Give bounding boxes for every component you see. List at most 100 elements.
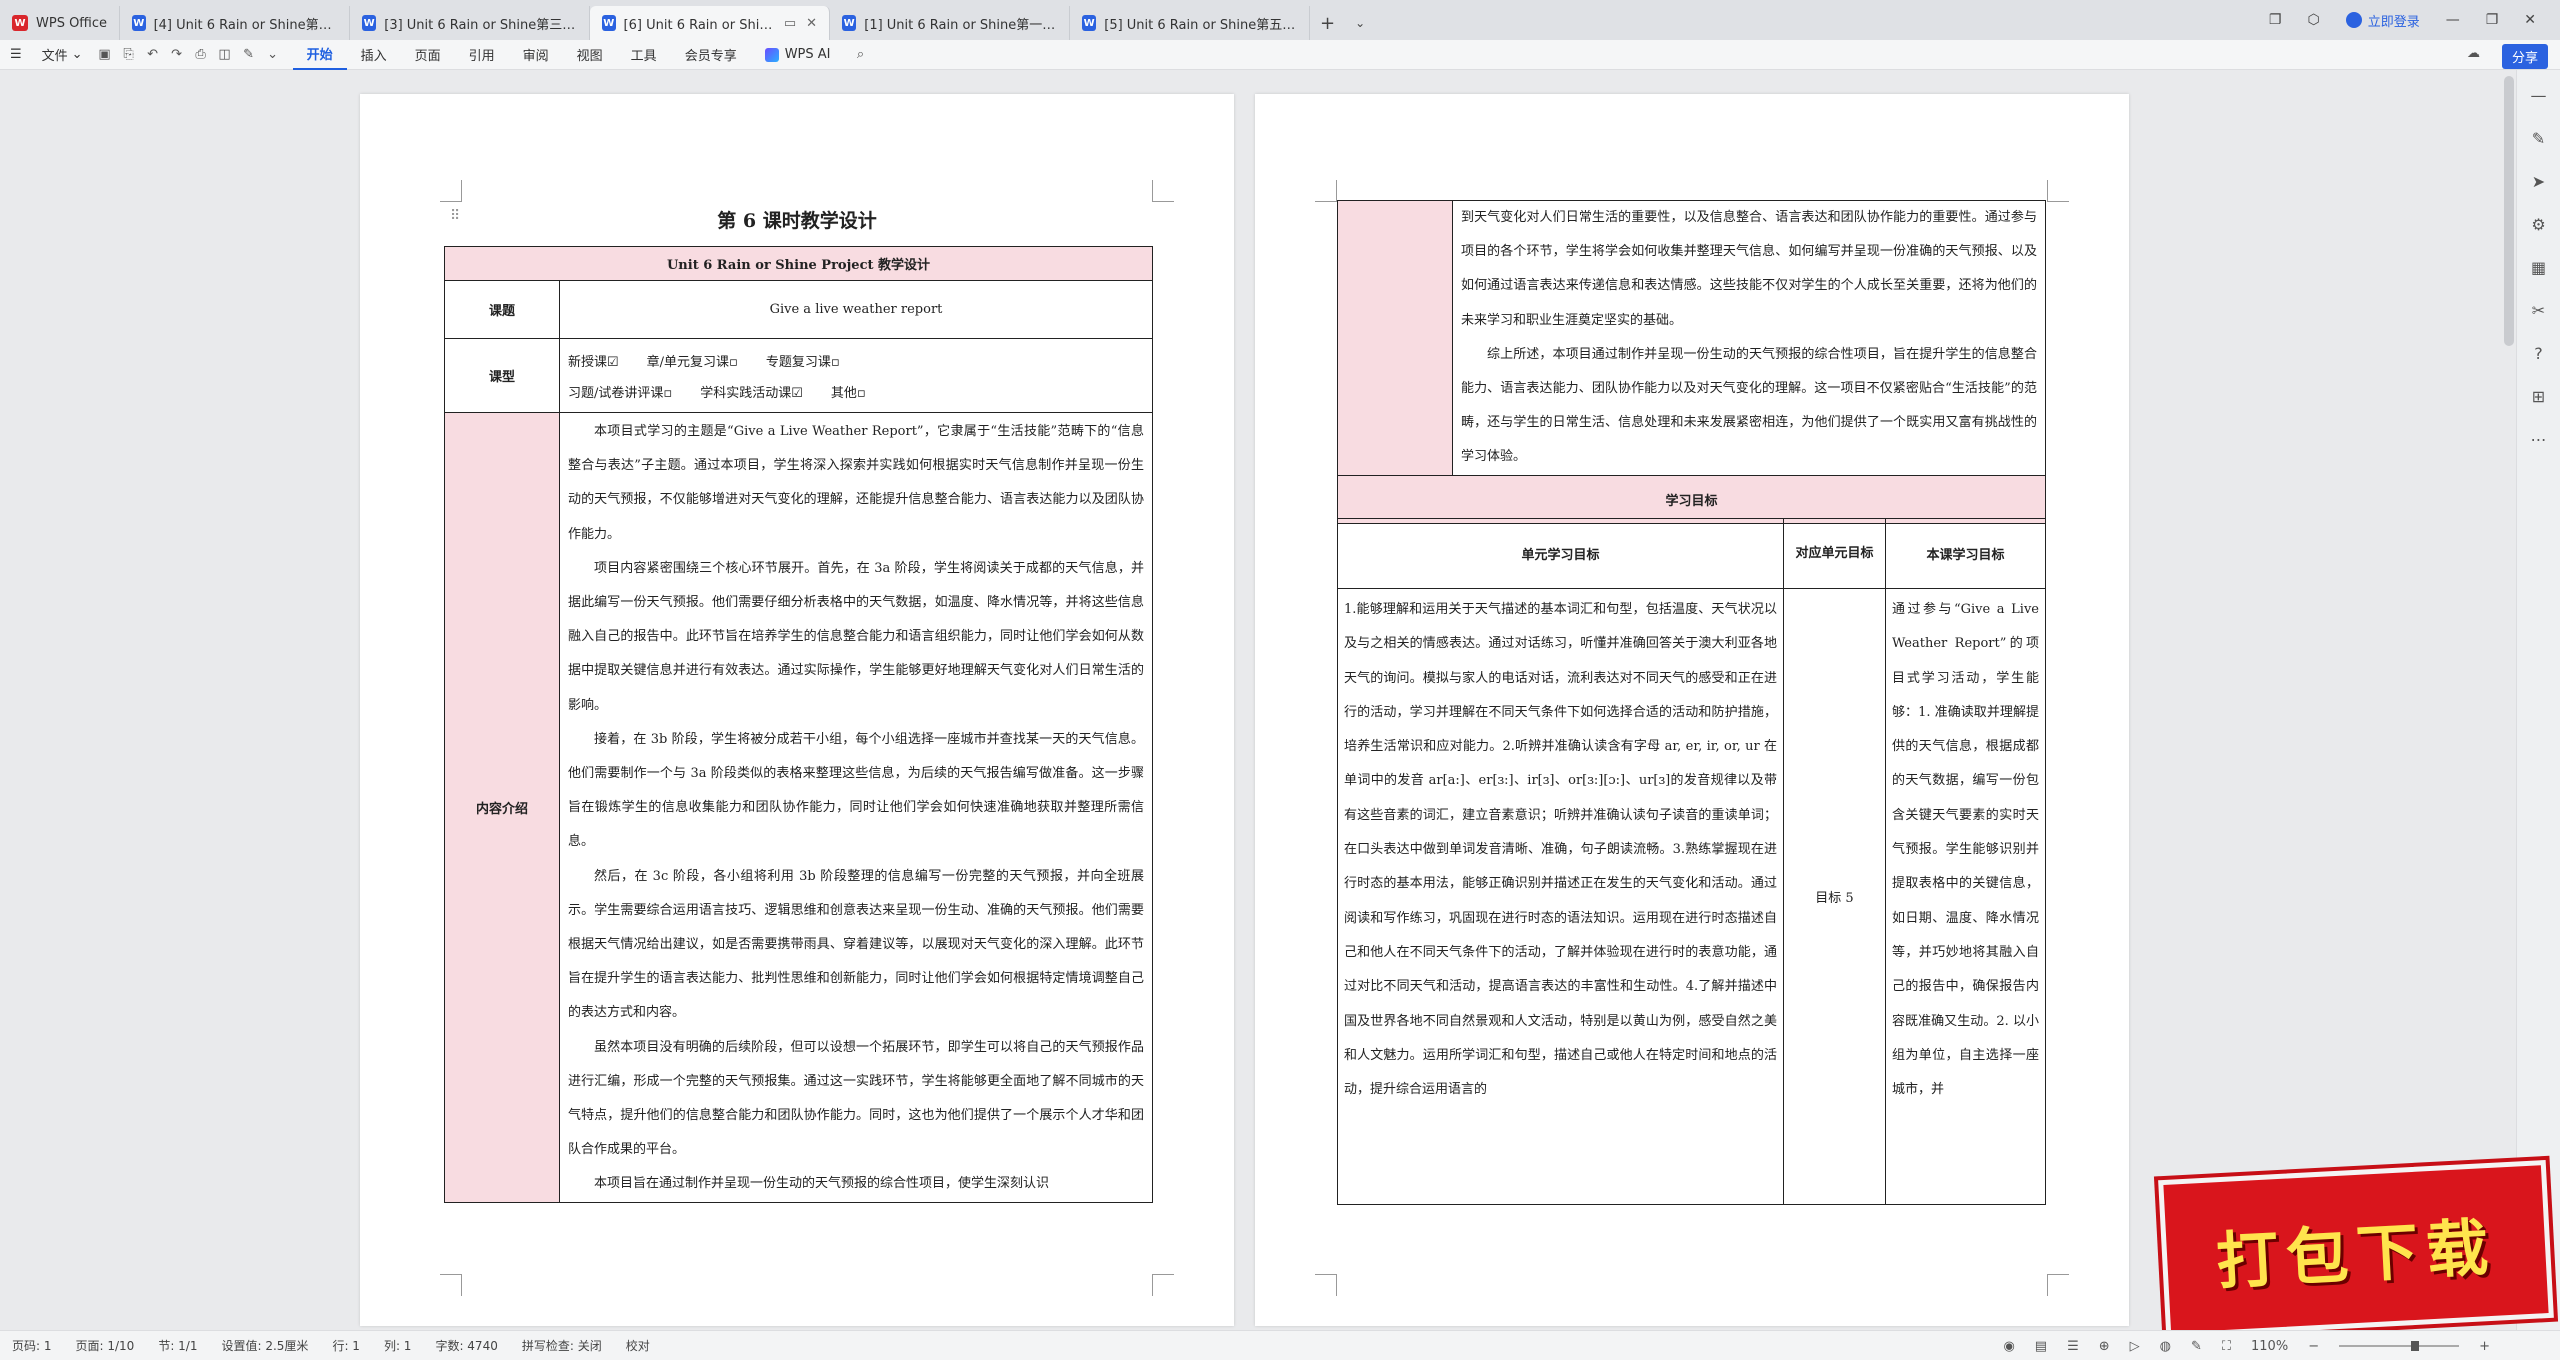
play-icon[interactable]: ▷ [2130, 1339, 2140, 1354]
status-spell-check[interactable]: 拼写检查: 关闭 [510, 1337, 614, 1354]
topic-label: 课题 [444, 280, 560, 339]
hamburger-icon[interactable]: ☰ [0, 47, 32, 62]
type-option[interactable]: 新授课☑ [568, 351, 619, 370]
share-button[interactable]: 分享 [2501, 44, 2548, 69]
tab-doc-3[interactable]: W [3] Unit 6 Rain or Shine第三课时… [350, 6, 591, 40]
page-view-icon[interactable]: ▤ [2035, 1339, 2047, 1354]
outline-view-icon[interactable]: ☰ [2067, 1339, 2079, 1354]
share-hub-icon[interactable]: ⊞ [2532, 387, 2545, 406]
tab-review[interactable]: 审阅 [509, 40, 563, 70]
tab-page[interactable]: 页面 [401, 40, 455, 70]
image-icon[interactable]: ▦ [2531, 258, 2546, 277]
cloud-sync-icon[interactable]: ☁ [2467, 46, 2480, 61]
vertical-scrollbar[interactable] [2504, 76, 2514, 346]
right-sidebar: — ✎ ➤ ⚙ ▦ ✂ ? ⊞ ⋯ [2516, 70, 2560, 1330]
redo-icon[interactable]: ↷ [169, 47, 185, 63]
globe-icon[interactable]: ◍ [2160, 1339, 2171, 1354]
status-page-code[interactable]: 页码: 1 [0, 1337, 64, 1354]
undo-icon[interactable]: ↶ [145, 47, 161, 63]
tab-start[interactable]: 开始 [292, 40, 347, 70]
wps-ai-button[interactable]: WPS AI [751, 47, 845, 62]
web-view-icon[interactable]: ⊕ [2099, 1339, 2110, 1354]
file-menu[interactable]: 文件 ⌄ [32, 45, 93, 64]
tab-member[interactable]: 会员专享 [671, 40, 751, 70]
unit-goals-text: 1.能够理解和运用关于天气描述的基本词汇和句型，包括温度、天气状况以及与之相关的… [1344, 602, 1777, 1098]
more-chevron-icon[interactable]: ⌄ [265, 47, 281, 63]
wps-ai-label: WPS AI [784, 47, 831, 62]
window-controls: ❐ ⬡ 立即登录 — ❐ ✕ [2269, 0, 2560, 40]
print-icon[interactable]: ⎙ [193, 47, 209, 63]
intro-label: 内容介绍 [444, 412, 560, 1203]
status-setting[interactable]: 设置值: 2.5厘米 [209, 1337, 320, 1354]
new-tab-button[interactable]: + [1310, 6, 1345, 40]
status-bar: 页码: 1 页面: 1/10 节: 1/1 设置值: 2.5厘米 行: 1 列:… [0, 1330, 2560, 1360]
zoom-out-icon[interactable]: − [2308, 1339, 2319, 1354]
zoom-level[interactable]: 110% [2251, 1339, 2288, 1354]
settings-sliders-icon[interactable]: ⚙ [2531, 215, 2545, 234]
tab-wps-office[interactable]: W WPS Office [0, 6, 121, 40]
file-menu-label: 文件 [41, 49, 68, 64]
status-proofread[interactable]: 校对 [614, 1337, 662, 1354]
cube-icon[interactable]: ⬡ [2307, 12, 2319, 28]
print-preview-icon[interactable]: ◫ [217, 47, 233, 63]
download-package-banner[interactable]: 打包下载 [2158, 1159, 2554, 1339]
type-option[interactable]: 其他▫ [831, 382, 866, 401]
type-option[interactable]: 专题复习课▫ [766, 351, 840, 370]
banner-text: 打包下载 [2214, 1210, 2499, 1299]
tab-reference[interactable]: 引用 [455, 40, 509, 70]
continued-intro-table: 到天气变化对人们日常生活的重要性，以及信息整合、语言表达和团队协作能力的重要性。… [1337, 200, 2046, 524]
minimize-icon[interactable]: — [2446, 12, 2460, 28]
word-doc-icon: W [362, 15, 377, 31]
col-match-goals: 对应单元目标 [1783, 518, 1886, 589]
tab-doc-1[interactable]: W [1] Unit 6 Rain or Shine第一课时… [830, 6, 1071, 40]
zoom-knob[interactable] [2411, 1341, 2420, 1351]
document-page-1: ⠿ 第 6 课时教学设计 Unit 6 Rain or Shine Projec… [360, 94, 1234, 1326]
type-option[interactable]: 章/单元复习课▫ [647, 351, 738, 370]
margin-mark [440, 1274, 462, 1296]
save-icon[interactable]: ▣ [97, 47, 113, 63]
status-section[interactable]: 节: 1/1 [146, 1337, 209, 1354]
status-col[interactable]: 列: 1 [372, 1337, 424, 1354]
tab-insert[interactable]: 插入 [347, 40, 401, 70]
format-painter-icon[interactable]: ✎ [241, 47, 257, 63]
status-word-count[interactable]: 字数: 4740 [423, 1337, 509, 1354]
status-row[interactable]: 行: 1 [320, 1337, 372, 1354]
topic-value: Give a live weather report [559, 280, 1153, 339]
help-icon[interactable]: ? [2534, 344, 2543, 363]
maximize-icon[interactable]: ❐ [2486, 12, 2499, 28]
collapse-icon[interactable]: — [2531, 86, 2547, 105]
eye-icon[interactable]: ◉ [2003, 1339, 2014, 1354]
restore-layout-icon[interactable]: ❐ [2269, 12, 2282, 28]
type-option[interactable]: 学科实践活动课☑ [700, 382, 803, 401]
tab-doc-4[interactable]: W [4] Unit 6 Rain or Shine第四课时… [120, 6, 351, 40]
margin-mark [2047, 180, 2069, 202]
tab-tools[interactable]: 工具 [617, 40, 671, 70]
zoom-slider[interactable] [2339, 1341, 2460, 1351]
monitor-icon[interactable]: ▭ [784, 16, 796, 31]
user-avatar-icon [2345, 12, 2362, 28]
tab-view[interactable]: 视图 [563, 40, 617, 70]
fit-icon[interactable]: ⛶ [2222, 1339, 2231, 1354]
type-option[interactable]: 习题/试卷讲评课▫ [568, 382, 672, 401]
margin-mark [1152, 180, 1174, 202]
pen-icon[interactable]: ✎ [2532, 129, 2545, 148]
tab-doc-5[interactable]: W [5] Unit 6 Rain or Shine第五课时… [1070, 6, 1311, 40]
search-icon[interactable]: ⌕ [853, 47, 869, 63]
more-icon[interactable]: ⋯ [2531, 430, 2547, 449]
type-label: 课型 [444, 338, 560, 413]
edit-icon[interactable]: ✎ [2191, 1339, 2202, 1354]
tools-icon[interactable]: ✂ [2532, 301, 2545, 320]
tab-list-chevron-icon[interactable]: ⌄ [1345, 6, 1375, 40]
status-page-count[interactable]: 页面: 1/10 [64, 1337, 147, 1354]
close-window-icon[interactable]: ✕ [2524, 12, 2536, 28]
close-icon[interactable]: ✕ [806, 16, 817, 31]
login-button[interactable]: 立即登录 [2345, 11, 2420, 30]
intro-content-cont: 到天气变化对人们日常生活的重要性，以及信息整合、语言表达和团队协作能力的重要性。… [1452, 200, 2046, 476]
zoom-in-icon[interactable]: + [2479, 1339, 2490, 1354]
lesson-design-table: Unit 6 Rain or Shine Project 教学设计 课题 Giv… [444, 246, 1153, 1203]
tab-label: [6] Unit 6 Rain or Shine第… [623, 17, 774, 33]
export-icon[interactable]: ⎘ [121, 47, 137, 63]
select-cursor-icon[interactable]: ➤ [2532, 172, 2545, 191]
tab-doc-6-active[interactable]: W [6] Unit 6 Rain or Shine第… ▭ ✕ [590, 6, 831, 40]
intro-content: 本项目式学习的主题是“Give a Live Weather Report”，它… [559, 412, 1153, 1203]
